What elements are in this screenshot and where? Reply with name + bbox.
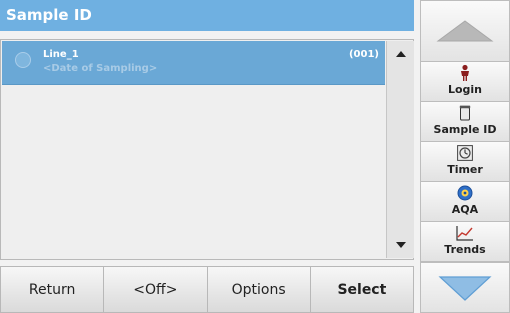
list-item-subtitle: <Date of Sampling>: [43, 63, 158, 74]
aqa-button[interactable]: AQA: [420, 182, 510, 222]
person-icon: [461, 64, 469, 81]
scroll-down-icon: [395, 242, 406, 248]
radio-button[interactable]: [15, 52, 31, 68]
aqa-disc-icon: [457, 185, 473, 201]
page-down-button[interactable]: [420, 262, 510, 313]
timer-label: Timer: [447, 163, 483, 176]
scroll-down-button[interactable]: [387, 232, 414, 258]
timer-icon: [457, 145, 473, 161]
arrow-down-icon: [438, 275, 492, 301]
sample-id-button[interactable]: Sample ID: [420, 102, 510, 142]
scroll-up-button[interactable]: [387, 41, 414, 67]
sample-list: Line_1 <Date of Sampling> (001): [0, 39, 414, 260]
return-button[interactable]: Return: [0, 266, 105, 313]
timer-button[interactable]: Timer: [420, 142, 510, 182]
screen-title: Sample ID: [0, 0, 414, 31]
off-button[interactable]: <Off>: [104, 266, 208, 313]
select-button[interactable]: Select: [310, 266, 414, 313]
bottom-toolbar: Return <Off> Options Select: [0, 266, 414, 313]
trends-label: Trends: [444, 243, 486, 256]
arrow-up-icon: [436, 20, 494, 42]
page-up-button[interactable]: [420, 0, 510, 62]
login-button[interactable]: Login: [420, 62, 510, 102]
options-button[interactable]: Options: [207, 266, 311, 313]
trends-button[interactable]: Trends: [420, 222, 510, 262]
list-item-number: (001): [348, 49, 379, 60]
login-label: Login: [447, 83, 483, 96]
scroll-up-icon: [395, 51, 406, 57]
list-item[interactable]: Line_1 <Date of Sampling> (001): [2, 41, 385, 85]
trend-chart-icon: [456, 226, 473, 241]
sample-id-label: Sample ID: [433, 123, 497, 136]
aqa-label: AQA: [451, 203, 479, 216]
list-item-title: Line_1: [43, 49, 79, 60]
list-scrollbar[interactable]: [386, 41, 414, 258]
side-panel: Login Sample ID Timer AQA Trends: [420, 0, 510, 313]
sample-container-icon: [459, 105, 471, 121]
